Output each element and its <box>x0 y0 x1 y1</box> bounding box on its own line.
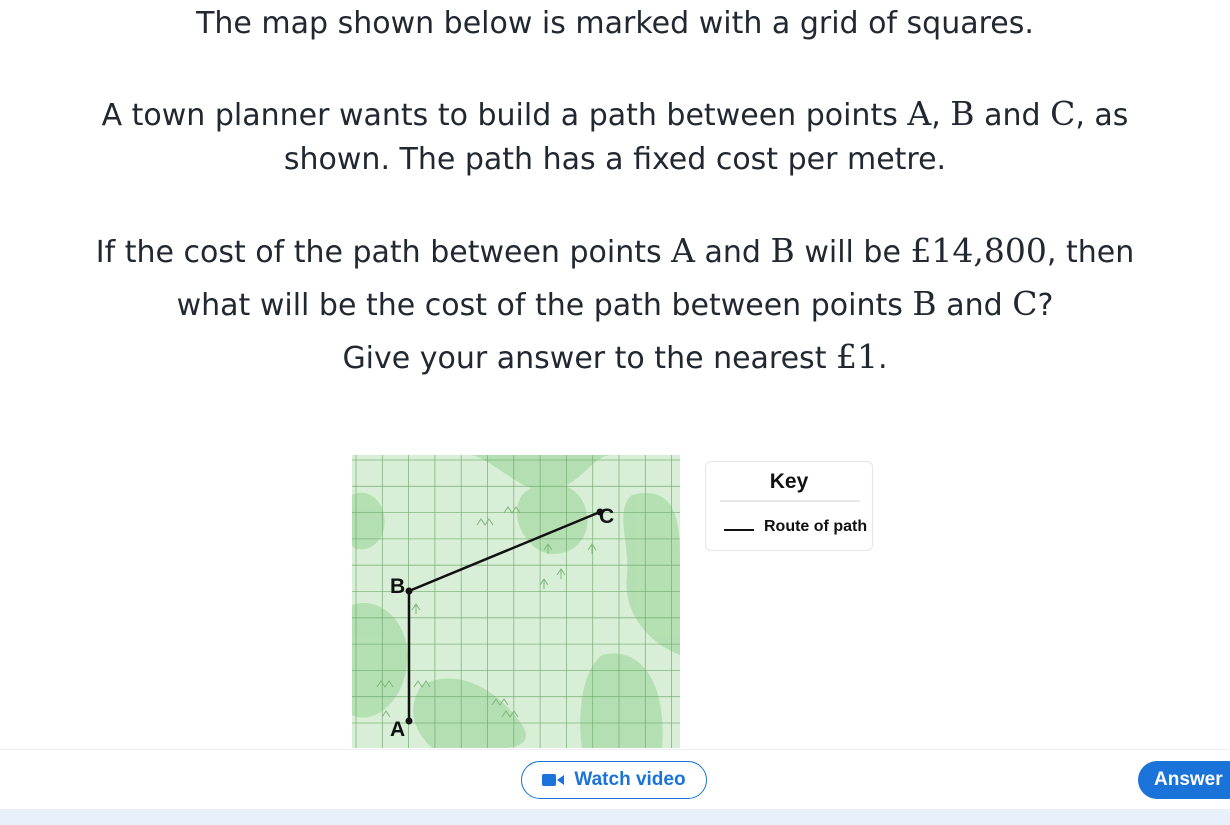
point-b-label: B <box>950 94 975 133</box>
point-b-label: B <box>770 231 795 270</box>
text: , then <box>1046 235 1135 270</box>
cost-value: £14,800 <box>910 231 1047 270</box>
question-line-1: The map shown below is marked with a gri… <box>196 6 1034 41</box>
map-key: Key Route of path <box>705 461 873 551</box>
question-line-5: what will be the cost of the path betwee… <box>0 284 1230 326</box>
text: ? <box>1037 288 1054 323</box>
video-camera-icon <box>542 773 566 787</box>
question-line-4: If the cost of the path between points A… <box>0 231 1230 273</box>
key-title: Key <box>769 470 809 493</box>
answer-label: Answer <box>1154 769 1223 790</box>
answer-button[interactable]: Answer <box>1138 761 1230 799</box>
point-a-map-label: A <box>390 718 405 741</box>
text: Give your answer to the nearest <box>342 341 836 376</box>
point-a-label: A <box>907 94 932 133</box>
text: If the cost of the path between points <box>95 235 672 270</box>
text: . <box>878 341 888 376</box>
unit-value: £1 <box>836 337 878 376</box>
watch-video-label: Watch video <box>574 769 686 790</box>
map-canvas: A B C <box>352 455 680 748</box>
text: , <box>931 98 951 133</box>
question-line-6: Give your answer to the nearest £1. <box>0 337 1230 379</box>
footer-divider <box>0 749 1230 750</box>
bottom-band <box>0 809 1230 825</box>
key-route-label: Route of path <box>764 518 868 535</box>
point-c-map-label: C <box>599 505 614 528</box>
key-divider <box>720 500 860 502</box>
grid-map: A B C <box>352 455 680 748</box>
point-c-label: C <box>1012 284 1038 323</box>
point-c-label: C <box>1050 94 1076 133</box>
text: A town planner wants to build a path bet… <box>101 98 908 133</box>
point-b-map-label: B <box>390 575 405 598</box>
watch-video-button[interactable]: Watch video <box>521 761 707 799</box>
text: will be <box>794 235 911 270</box>
point-b-label: B <box>912 284 937 323</box>
point-a-marker <box>405 717 413 725</box>
question-line-3: shown. The path has a fixed cost per met… <box>283 142 947 177</box>
question-line-2: A town planner wants to build a path bet… <box>0 94 1230 136</box>
text: what will be the cost of the path betwee… <box>176 288 913 323</box>
text: and <box>695 235 771 270</box>
text: and <box>936 288 1013 323</box>
point-a-label: A <box>671 231 695 270</box>
text: , as <box>1075 98 1129 133</box>
point-b-marker <box>405 587 413 595</box>
text: and <box>974 98 1051 133</box>
route-line-icon <box>724 529 754 531</box>
